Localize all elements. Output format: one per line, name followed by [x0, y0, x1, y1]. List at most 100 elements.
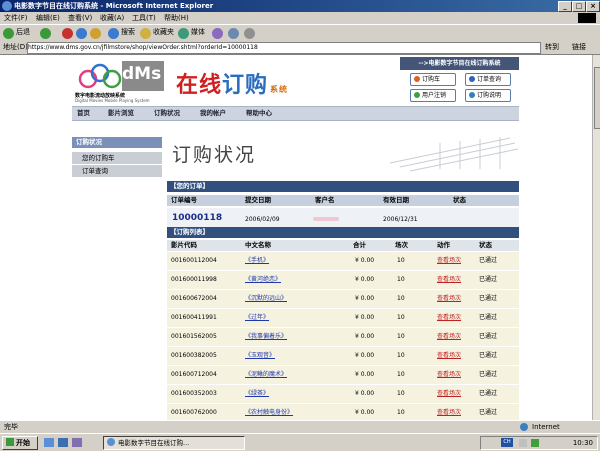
film-name-link[interactable]: 《过年》 — [245, 309, 269, 327]
back-button[interactable]: 后退 — [16, 28, 30, 37]
cart-decoration-icon — [389, 137, 519, 172]
sidebar-item-order-query-label: 订单查询 — [82, 167, 108, 175]
network-icon[interactable] — [531, 439, 539, 447]
film-name-link[interactable]: 《沉默的远山》 — [245, 290, 287, 308]
film-name-link[interactable]: 《泥鳅的魔术》 — [245, 366, 287, 384]
film-name-link[interactable]: 《农村触电身份》 — [245, 404, 293, 420]
order-section-header: 【您的订单】 — [167, 181, 519, 192]
film-name-link[interactable]: 《我事偏着乐》 — [245, 328, 287, 346]
menu-help[interactable]: 帮助(H) — [164, 13, 189, 23]
order-col-date: 提交日期 — [245, 196, 271, 204]
scrollbar-thumb[interactable] — [594, 67, 600, 129]
status-text: 完毕 — [4, 423, 18, 431]
list-col-count: 场次 — [395, 241, 408, 249]
view-screenings-link[interactable]: 查看场次 — [437, 271, 461, 289]
search-button[interactable]: 搜索 — [121, 28, 135, 37]
taskbar-item-ie[interactable]: 电影数字节目在线订购... — [103, 436, 245, 450]
view-screenings-link[interactable]: 查看场次 — [437, 385, 461, 403]
address-input[interactable]: https://www.dms.gov.cn/jfilmstore/shop/v… — [27, 42, 541, 54]
logout-button[interactable]: 用户注销 — [410, 89, 456, 102]
history-icon[interactable] — [212, 28, 223, 39]
help-icon — [469, 92, 475, 98]
view-screenings-link[interactable]: 查看场次 — [437, 404, 461, 420]
nav-browse[interactable]: 影片浏览 — [108, 109, 134, 118]
sidebar-item-cart[interactable]: 您的订购车 — [72, 152, 162, 165]
media-button[interactable]: 媒体 — [191, 28, 205, 37]
quicklaunch-media-icon[interactable] — [72, 438, 82, 447]
search-icon[interactable] — [108, 28, 119, 39]
film-name-link[interactable]: 《黄河绝恋》 — [245, 271, 281, 289]
film-total: ¥ 0.00 — [355, 371, 375, 378]
cart-button[interactable]: 订购车 — [410, 73, 456, 86]
list-col-total: 合计 — [353, 241, 366, 249]
order-id[interactable]: 10000118 — [172, 213, 222, 223]
taskbar-item-label: 电影数字节目在线订购... — [118, 439, 190, 447]
film-code: 001600382005 — [171, 352, 217, 359]
windows-flag-icon — [6, 438, 14, 446]
forward-arrow-icon[interactable] — [40, 28, 51, 39]
table-row: 001600382005 《玉观音》 ¥ 0.00 10 查看场次 已通过 — [167, 347, 519, 366]
quicklaunch-desktop-icon[interactable] — [58, 438, 68, 447]
film-status: 已通过 — [479, 390, 498, 397]
list-section-header: 【订购列表】 — [167, 227, 519, 238]
film-code: 001600762000 — [171, 409, 217, 416]
window-title: 电影数字节目在线订购系统 - Microsoft Internet Explor… — [14, 2, 214, 10]
close-button[interactable]: × — [586, 1, 600, 12]
links-button[interactable]: 链接 — [572, 43, 586, 52]
menu-edit[interactable]: 编辑(E) — [36, 13, 60, 23]
volume-icon[interactable] — [519, 439, 527, 447]
film-status: 已通过 — [479, 257, 498, 264]
page-content: dMs 数字电影流动放映系统 Digital Movies Mobile Pla… — [0, 55, 592, 420]
go-button[interactable]: 转到 — [545, 43, 559, 52]
clock: 10:30 — [572, 439, 593, 447]
view-screenings-link[interactable]: 查看场次 — [437, 252, 461, 270]
film-count: 10 — [397, 295, 405, 302]
customer-name-redacted — [313, 217, 339, 221]
menu-bar: 文件(F) 编辑(E) 查看(V) 收藏(A) 工具(T) 帮助(H) — [0, 12, 600, 24]
nav-help-center[interactable]: 帮助中心 — [246, 109, 272, 118]
favorites-icon[interactable] — [140, 28, 151, 39]
refresh-icon[interactable] — [76, 28, 87, 39]
sidebar-title: 订购状况 — [72, 137, 162, 148]
nav-home[interactable]: 首页 — [77, 109, 90, 118]
home-icon[interactable] — [90, 28, 101, 39]
system-tray: CH 10:30 — [480, 436, 598, 450]
stop-icon[interactable] — [62, 28, 73, 39]
back-arrow-icon[interactable] — [3, 28, 14, 39]
menu-view[interactable]: 查看(V) — [68, 13, 92, 23]
view-screenings-link[interactable]: 查看场次 — [437, 366, 461, 384]
ime-indicator[interactable]: CH — [501, 438, 513, 447]
film-code: 001601562005 — [171, 333, 217, 340]
site-title: 在线订购 系统 — [176, 67, 288, 99]
menu-file[interactable]: 文件(F) — [4, 13, 28, 23]
film-status: 已通过 — [479, 295, 498, 302]
nav-my-account[interactable]: 我的帐户 — [200, 109, 226, 118]
order-help-button[interactable]: 订购说明 — [465, 89, 511, 102]
maximize-button[interactable]: □ — [572, 1, 586, 12]
order-query-button[interactable]: 订单查询 — [465, 73, 511, 86]
menu-favorites[interactable]: 收藏(A) — [100, 13, 124, 23]
view-screenings-link[interactable]: 查看场次 — [437, 328, 461, 346]
nav-order-status[interactable]: 订购状况 — [154, 109, 180, 118]
view-screenings-link[interactable]: 查看场次 — [437, 347, 461, 365]
sidebar-item-order-query[interactable]: 订单查询 — [72, 165, 162, 178]
window-titlebar[interactable]: 电影数字节目在线订购系统 - Microsoft Internet Explor… — [0, 0, 600, 12]
view-screenings-link[interactable]: 查看场次 — [437, 290, 461, 308]
media-icon[interactable] — [178, 28, 189, 39]
favorites-button[interactable]: 收藏夹 — [153, 28, 174, 37]
minimize-button[interactable]: _ — [558, 1, 572, 12]
ie-task-icon — [107, 438, 115, 446]
film-total: ¥ 0.00 — [355, 295, 375, 302]
mail-icon[interactable] — [228, 28, 239, 39]
table-row: 001601562005 《我事偏着乐》 ¥ 0.00 10 查看场次 已通过 — [167, 328, 519, 347]
film-name-link[interactable]: 《手机》 — [245, 252, 269, 270]
film-name-link[interactable]: 《玉观音》 — [245, 347, 275, 365]
list-col-code: 影片代码 — [171, 241, 197, 249]
quicklaunch-ie-icon[interactable] — [44, 438, 54, 447]
menu-tools[interactable]: 工具(T) — [132, 13, 156, 23]
film-name-link[interactable]: 《绿茶》 — [245, 385, 269, 403]
vertical-scrollbar[interactable] — [592, 55, 600, 420]
view-screenings-link[interactable]: 查看场次 — [437, 309, 461, 327]
print-icon[interactable] — [244, 28, 255, 39]
start-button[interactable]: 开始 — [2, 436, 38, 450]
